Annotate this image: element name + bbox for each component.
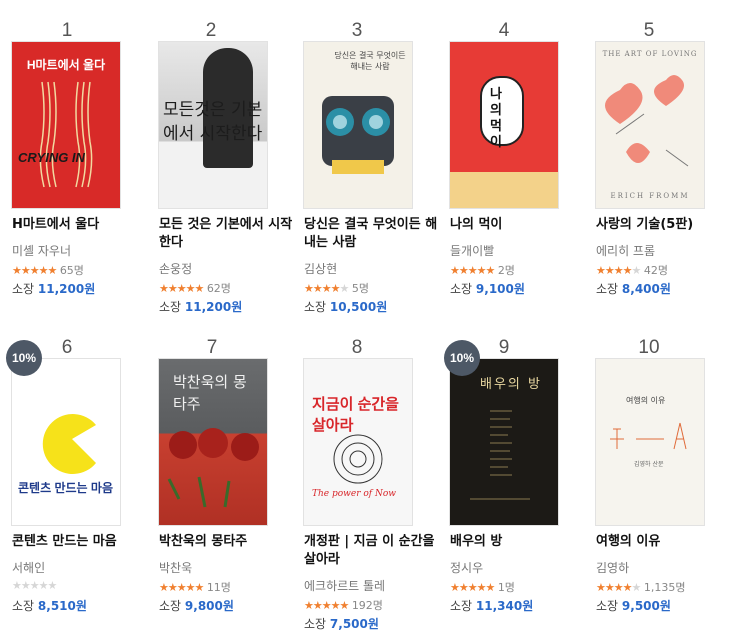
rank-number: 1	[61, 20, 73, 41]
star-rating-icon: ★★★★★	[159, 581, 204, 594]
book-author[interactable]: 들개이빨	[450, 242, 494, 259]
text-lines-decoration-icon	[470, 410, 530, 500]
star-rating-icon: ★★★★★	[12, 579, 57, 592]
book-title[interactable]: 배우의 방	[450, 533, 590, 551]
rank-number: 3	[351, 20, 363, 41]
landmarks-illustration-icon	[610, 422, 687, 450]
book-author[interactable]: 에크하르트 톨레	[304, 577, 385, 594]
book-author[interactable]: 손웅정	[159, 260, 192, 277]
book-cover[interactable]: 나의 먹이	[450, 42, 558, 208]
book-rating: ★★★★★ 65명	[12, 264, 84, 277]
book-price: 소장 8,400원	[596, 282, 671, 296]
book-cover[interactable]: 콘텐츠 만드는 마음	[12, 359, 120, 525]
rank-number: 10	[638, 337, 660, 358]
book-title[interactable]: 박찬욱의 몽타주	[159, 533, 299, 551]
book-rating: ★★★★★ 2명	[450, 264, 515, 277]
book-price: 소장 11,200원	[12, 282, 96, 296]
book-title[interactable]: 사랑의 기술(5판)	[596, 216, 736, 234]
star-rating-icon: ★★★★★	[159, 282, 204, 295]
book-author[interactable]: 서해인	[12, 559, 45, 576]
book-rating: ★★★★★	[12, 579, 57, 592]
cover-subtitle: 김영하 산문	[634, 461, 664, 468]
book-rating: ★★★★★ 62명	[159, 282, 231, 295]
book-title[interactable]: 모든 것은 기본에서 시작한다	[159, 216, 299, 252]
cover-subtitle: ERICH FROMM	[610, 192, 690, 200]
discount-badge: 10%	[6, 340, 42, 376]
cover-title: 모든것은 기본에서 시작한다	[163, 100, 263, 144]
cover-title: 콘텐츠 만드는 마음	[18, 481, 113, 495]
book-price: 소장 9,500원	[596, 599, 671, 613]
book-title[interactable]: H마트에서 울다	[12, 216, 152, 234]
rank-number: 8	[351, 337, 363, 358]
book-price: 소장 9,100원	[450, 282, 525, 296]
book-title[interactable]: 콘텐츠 만드는 마음	[12, 533, 152, 551]
heart-shapes-icon	[605, 75, 689, 167]
scribble-illustration-icon	[333, 434, 383, 484]
book-price: 소장 9,800원	[159, 599, 234, 613]
book-cover[interactable]: THE ART OF LOVING ERICH FROMM	[596, 42, 704, 208]
noodle-illustration-icon	[39, 81, 93, 188]
book-cover[interactable]: 당신은 결국 무엇이든 해내는 사람	[304, 42, 412, 208]
book-author[interactable]: 미셸 자우너	[12, 242, 71, 259]
book-price: 소장 8,510원	[12, 599, 87, 613]
book-title[interactable]: 당신은 결국 무엇이든 해내는 사람	[304, 216, 444, 252]
book-cover[interactable]: 여행의 이유 김영하 산문	[596, 359, 704, 525]
star-rating-icon: ★★★★★	[450, 264, 495, 277]
apples-illustration-icon	[167, 428, 259, 508]
book-cover[interactable]: 배우의 방	[450, 359, 558, 525]
cover-bottom-band	[450, 172, 558, 208]
star-rating-icon: ★★★★★	[596, 581, 641, 594]
book-cover[interactable]: 지금이 순간을 살아라 The power of Now	[304, 359, 412, 525]
book-title[interactable]: 개정판 | 지금 이 순간을 살아라	[304, 533, 444, 569]
cover-subtitle: CRYING IN	[18, 150, 85, 165]
book-cover[interactable]: 모든것은 기본에서 시작한다	[159, 42, 267, 208]
book-price: 소장 10,500원	[304, 300, 388, 314]
book-cover[interactable]: H마트에서 울다 CRYING IN	[12, 42, 120, 208]
star-rating-icon: ★★★★★	[12, 264, 57, 277]
book-rating: ★★★★★ 5명	[304, 282, 369, 295]
discount-badge: 10%	[444, 340, 480, 376]
rank-number: 5	[643, 20, 655, 41]
book-author[interactable]: 에리히 프롬	[596, 242, 655, 259]
pacman-illustration-icon	[42, 414, 96, 474]
book-rating: ★★★★★ 11명	[159, 581, 231, 594]
book-price: 소장 11,200원	[159, 300, 243, 314]
binoculars-illustration-icon	[322, 96, 394, 174]
book-author[interactable]: 박찬욱	[159, 559, 192, 576]
book-author[interactable]: 김상현	[304, 260, 337, 277]
book-rating: ★★★★★ 192명	[304, 599, 383, 612]
rank-number: 7	[206, 337, 218, 358]
book-rating: ★★★★★ 42명	[596, 264, 668, 277]
book-author[interactable]: 정시우	[450, 559, 483, 576]
book-price: 소장 7,500원	[304, 617, 379, 631]
book-rating: ★★★★★ 1,135명	[596, 581, 686, 594]
star-rating-icon: ★★★★★	[304, 599, 349, 612]
book-rating: ★★★★★ 1명	[450, 581, 515, 594]
cover-title: 나의 먹이	[490, 86, 502, 149]
cover-subtitle: The power of Now	[312, 489, 396, 499]
star-rating-icon: ★★★★★	[304, 282, 349, 295]
rank-number: 2	[205, 20, 217, 41]
book-title[interactable]: 여행의 이유	[596, 533, 736, 551]
book-title[interactable]: 나의 먹이	[450, 216, 590, 234]
star-rating-icon: ★★★★★	[596, 264, 641, 277]
book-cover[interactable]: 박찬욱의 몽타주	[159, 359, 267, 525]
book-price: 소장 11,340원	[450, 599, 534, 613]
rank-number: 4	[498, 20, 510, 41]
star-rating-icon: ★★★★★	[450, 581, 495, 594]
book-author[interactable]: 김영하	[596, 559, 629, 576]
